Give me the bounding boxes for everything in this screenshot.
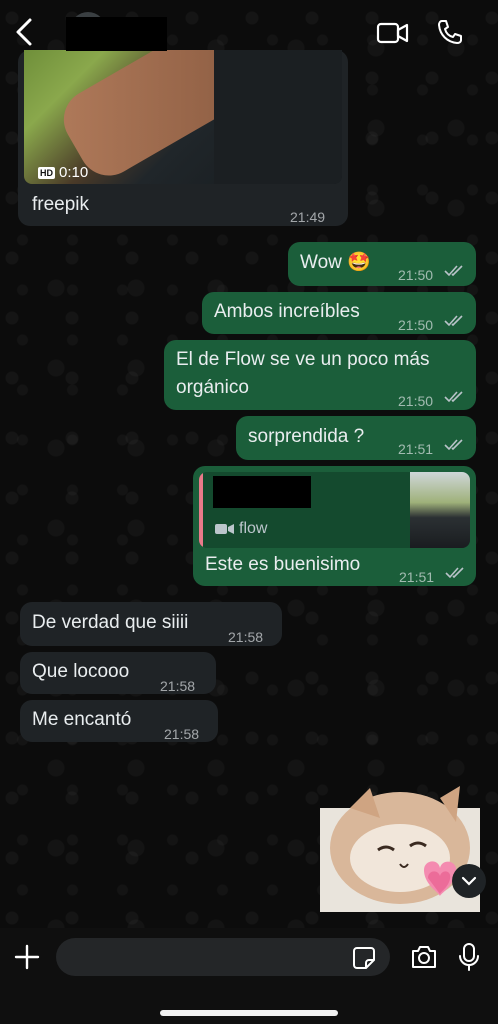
back-button[interactable] bbox=[10, 16, 38, 48]
video-duration: 0:10 bbox=[59, 164, 89, 181]
double-check-icon bbox=[444, 315, 463, 327]
message-text: Que locooo bbox=[32, 661, 130, 682]
composer-bar bbox=[0, 928, 498, 1024]
video-camera-icon bbox=[376, 22, 409, 44]
outgoing-reply-message[interactable]: flow Este es buenisimo 21:51 bbox=[193, 466, 476, 586]
message-time: 21:51 bbox=[398, 441, 434, 457]
message-time: 21:58 bbox=[228, 629, 264, 645]
media-caption: freepik bbox=[32, 194, 90, 215]
quote-accent-bar bbox=[199, 472, 203, 548]
message-text: sorprendida ? bbox=[248, 426, 365, 447]
message-text-line-1: El de Flow se ve un poco más bbox=[176, 349, 430, 370]
hd-badge: HD bbox=[38, 167, 55, 179]
message-input[interactable] bbox=[56, 938, 390, 976]
voice-call-button[interactable] bbox=[436, 18, 464, 46]
outgoing-message[interactable]: El de Flow se ve un poco más orgánico 21… bbox=[164, 340, 476, 410]
chat-header bbox=[0, 0, 498, 62]
message-time: 21:50 bbox=[398, 317, 434, 333]
microphone-icon bbox=[459, 943, 479, 971]
chevron-down-icon bbox=[461, 876, 477, 886]
contact-name-redacted[interactable] bbox=[66, 17, 167, 51]
plus-icon bbox=[14, 944, 40, 970]
quoted-message[interactable]: flow bbox=[199, 472, 470, 548]
phone-icon bbox=[438, 20, 462, 44]
message-text: De verdad que siiii bbox=[32, 612, 189, 633]
incoming-message[interactable]: De verdad que siiii 21:58 bbox=[20, 602, 282, 646]
double-check-icon bbox=[444, 265, 463, 277]
incoming-message[interactable]: Que locooo 21:58 bbox=[20, 652, 216, 694]
home-indicator bbox=[160, 1010, 338, 1016]
double-check-icon bbox=[444, 439, 463, 451]
message-text-line-2: orgánico bbox=[176, 377, 249, 398]
message-time: 21:51 bbox=[399, 569, 435, 585]
quoted-video-label: flow bbox=[215, 516, 267, 542]
incoming-video-message[interactable]: HD 0:10 freepik 21:49 bbox=[18, 50, 348, 226]
message-text: Wow 🤩 bbox=[300, 252, 371, 273]
quoted-text: flow bbox=[239, 520, 268, 537]
message-text: Ambos increíbles bbox=[214, 301, 360, 322]
double-check-icon bbox=[444, 391, 463, 403]
outgoing-message[interactable]: Wow 🤩 21:50 bbox=[288, 242, 476, 286]
thumbnail-shirt bbox=[214, 50, 342, 184]
quoted-author-redacted bbox=[213, 476, 311, 508]
sticker-button[interactable] bbox=[352, 946, 376, 970]
scroll-to-bottom-button[interactable] bbox=[452, 864, 486, 898]
message-time: 21:50 bbox=[398, 393, 434, 409]
video-thumbnail[interactable]: HD 0:10 bbox=[24, 50, 342, 184]
video-camera-icon bbox=[215, 524, 234, 534]
message-text: Me encantó bbox=[32, 709, 132, 730]
sticker-icon bbox=[353, 947, 375, 969]
microphone-button[interactable] bbox=[458, 942, 480, 972]
video-duration-badge: HD 0:10 bbox=[38, 160, 88, 184]
outgoing-message[interactable]: sorprendida ? 21:51 bbox=[236, 416, 476, 460]
message-text: Este es buenisimo bbox=[205, 554, 361, 575]
message-time: 21:58 bbox=[164, 726, 200, 742]
outgoing-message[interactable]: Ambos increíbles 21:50 bbox=[202, 292, 476, 334]
video-call-button[interactable] bbox=[376, 20, 410, 46]
camera-button[interactable] bbox=[410, 944, 438, 970]
message-time: 21:58 bbox=[160, 678, 196, 694]
incoming-message[interactable]: Me encantó 21:58 bbox=[20, 700, 218, 742]
chevron-left-icon bbox=[16, 18, 32, 46]
message-time: 21:49 bbox=[290, 209, 326, 225]
message-time: 21:50 bbox=[398, 267, 434, 283]
attach-button[interactable] bbox=[14, 944, 40, 970]
quoted-thumbnail bbox=[410, 472, 470, 548]
double-check-icon bbox=[445, 567, 464, 579]
camera-icon bbox=[412, 946, 436, 968]
